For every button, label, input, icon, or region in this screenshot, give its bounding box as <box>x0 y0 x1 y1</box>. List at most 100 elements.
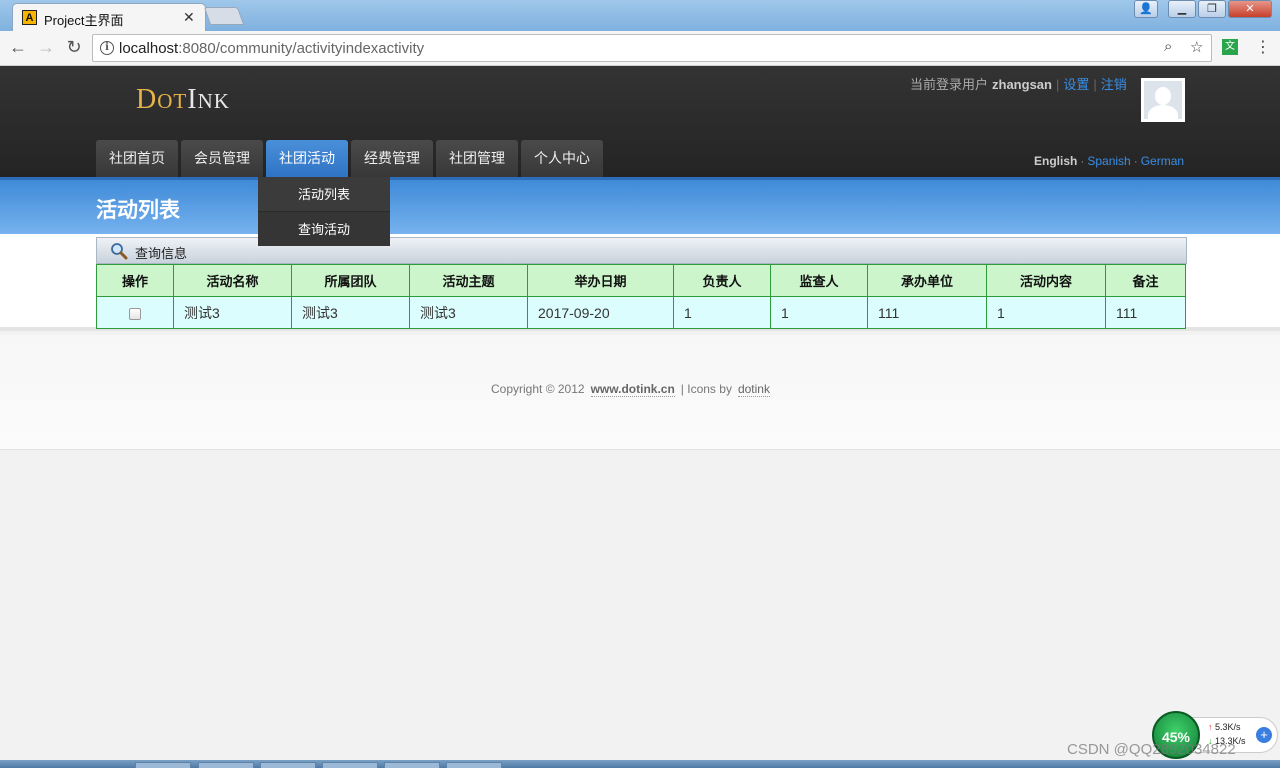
avatar[interactable] <box>1141 78 1185 122</box>
divider: · <box>1080 154 1085 168</box>
nav-item-activities[interactable]: 社团活动 <box>266 140 348 177</box>
language-german[interactable]: German <box>1141 154 1184 168</box>
cell-content: 1 <box>986 296 1106 329</box>
cell-activity-name: 测试3 <box>173 296 292 329</box>
user-bar: 当前登录用户 zhangsan | 设置 | 注销 <box>910 74 1127 93</box>
taskbar-button[interactable] <box>135 762 191 768</box>
back-arrow-icon[interactable]: ← <box>7 37 29 58</box>
address-bar[interactable]: i localhost:8080/community/activityindex… <box>92 34 1212 62</box>
site-logo[interactable]: DOTINK <box>136 84 230 116</box>
column-header[interactable]: 活动名称 <box>173 264 292 297</box>
footer-text: Copyright © 2012 www.dotink.cn | Icons by d… <box>491 382 770 397</box>
settings-link[interactable]: 设置 <box>1063 77 1089 92</box>
window-controls: 👤 ▁ ❐ ✕ <box>1134 0 1272 20</box>
nav-item-funds[interactable]: 经费管理 <box>351 140 433 177</box>
url-host: localhost <box>119 40 179 57</box>
column-header: 操作 <box>96 264 174 297</box>
tab-close-icon[interactable]: ✕ <box>183 9 195 26</box>
column-header[interactable]: 备注 <box>1105 264 1186 297</box>
logo-letter-i: I <box>187 84 198 115</box>
minimize-icon[interactable]: ▁ <box>1168 0 1196 18</box>
browser-tab[interactable]: A Project主界面 ✕ <box>12 3 206 31</box>
site-header: DOTINK 当前登录用户 zhangsan | 设置 | 注销 社团首页 会员管理 社团… <box>0 66 1280 177</box>
browser-menu-icon[interactable]: ⋮ <box>1255 37 1271 57</box>
footer-author-link[interactable]: dotink <box>737 382 770 397</box>
url-text[interactable]: localhost:8080/community/activityindexac… <box>119 40 424 57</box>
cell-supervisor: 1 <box>770 296 868 329</box>
divider: | <box>1093 77 1097 92</box>
nav-item-club-management[interactable]: 社团管理 <box>436 140 518 177</box>
cell-theme: 测试3 <box>409 296 528 329</box>
logo-letter: D <box>136 84 158 115</box>
row-select-cell <box>96 296 174 329</box>
reload-icon[interactable]: ↻ <box>63 37 85 58</box>
taskbar-button[interactable] <box>260 762 316 768</box>
column-header[interactable]: 活动主题 <box>409 264 528 297</box>
taskbar-button[interactable] <box>384 762 440 768</box>
forward-arrow-icon[interactable]: → <box>35 37 57 58</box>
nav-item-home[interactable]: 社团首页 <box>96 140 178 177</box>
taskbar-button[interactable] <box>446 762 502 768</box>
footer-site-link[interactable]: www.dotink.cn <box>590 382 675 397</box>
username: zhangsan <box>992 77 1052 92</box>
page-title: 活动列表 <box>96 199 180 222</box>
activity-table: 操作 活动名称 所属团队 活动主题 举办日期 负责人 监查人 承办单位 活动内容… <box>96 264 1186 329</box>
column-header[interactable]: 举办日期 <box>527 264 674 297</box>
activities-dropdown: 活动列表 查询活动 <box>258 177 390 246</box>
column-header[interactable]: 活动内容 <box>986 264 1106 297</box>
taskbar-button[interactable] <box>322 762 378 768</box>
query-label: 查询信息 <box>135 246 188 261</box>
favicon-icon: A <box>22 10 37 25</box>
column-header[interactable]: 负责人 <box>673 264 771 297</box>
cell-date: 2017-09-20 <box>527 296 674 329</box>
new-tab-button[interactable] <box>203 7 245 25</box>
nav-item-profile[interactable]: 个人中心 <box>521 140 603 177</box>
taskbar <box>0 760 1280 768</box>
cell-leader: 1 <box>673 296 771 329</box>
browser-toolbar: ← → ↻ i localhost:8080/community/activit… <box>0 31 1280 66</box>
footer: Copyright © 2012 www.dotink.cn | Icons by d… <box>0 335 1280 450</box>
cell-team: 测试3 <box>291 296 410 329</box>
table-row[interactable]: 测试3 测试3 测试3 2017-09-20 1 1 111 1 111 <box>96 296 1186 329</box>
zoom-icon[interactable]: ⌕ <box>1164 38 1172 55</box>
info-icon[interactable]: i <box>100 41 114 55</box>
cell-organizer: 111 <box>867 296 987 329</box>
copyright-text: Copyright © 2012 <box>491 382 585 396</box>
user-profile-icon[interactable]: 👤 <box>1134 0 1158 18</box>
column-header[interactable]: 承办单位 <box>867 264 987 297</box>
taskbar-button[interactable] <box>198 762 254 768</box>
language-switcher: English · Spanish · German <box>1034 154 1184 168</box>
login-prefix: 当前登录用户 <box>910 77 989 92</box>
cell-remark: 111 <box>1105 296 1186 329</box>
browser-tab-bar: A Project主界面 ✕ 👤 ▁ ❐ ✕ <box>0 0 1280 31</box>
upload-speed-value: 5.3K/s <box>1215 722 1241 732</box>
upload-speed: ↑ 5.3K/s <box>1208 722 1241 732</box>
watermark: CSDN @QQ2892034822 <box>1067 741 1236 758</box>
logo-letters-nk: NK <box>197 89 230 113</box>
icons-by-text: | Icons by <box>680 382 732 396</box>
nav-item-members[interactable]: 会员管理 <box>181 140 263 177</box>
logo-letters: OT <box>157 89 188 113</box>
dropdown-item-query-activity[interactable]: 查询活动 <box>258 211 390 246</box>
restore-icon[interactable]: ❐ <box>1198 0 1226 18</box>
content-area: 查询信息 操作 活动名称 所属团队 活动主题 举办日期 负责人 监查人 承办单位… <box>0 234 1280 331</box>
table-header-row: 操作 活动名称 所属团队 活动主题 举办日期 负责人 监查人 承办单位 活动内容… <box>96 264 1186 297</box>
column-header[interactable]: 所属团队 <box>291 264 410 297</box>
title-band: 活动列表 <box>0 177 1280 234</box>
divider: · <box>1133 154 1138 168</box>
close-window-icon[interactable]: ✕ <box>1228 0 1272 18</box>
bookmark-star-icon[interactable]: ☆ <box>1190 38 1203 56</box>
row-checkbox[interactable] <box>129 307 141 320</box>
translate-extension-icon[interactable]: 文 <box>1222 39 1238 55</box>
language-english[interactable]: English <box>1034 154 1077 168</box>
tab-title: Project主界面 <box>44 13 124 28</box>
language-spanish[interactable]: Spanish <box>1087 154 1130 168</box>
dropdown-item-activity-list[interactable]: 活动列表 <box>258 177 390 211</box>
url-path: :8080/community/activityindexactivity <box>178 40 425 57</box>
avatar-placeholder-icon <box>1144 81 1182 119</box>
divider: | <box>1055 77 1060 92</box>
plus-icon[interactable]: + <box>1256 727 1272 743</box>
column-header[interactable]: 监查人 <box>770 264 868 297</box>
logout-link[interactable]: 注销 <box>1101 77 1127 92</box>
magnifier-icon <box>111 243 128 260</box>
